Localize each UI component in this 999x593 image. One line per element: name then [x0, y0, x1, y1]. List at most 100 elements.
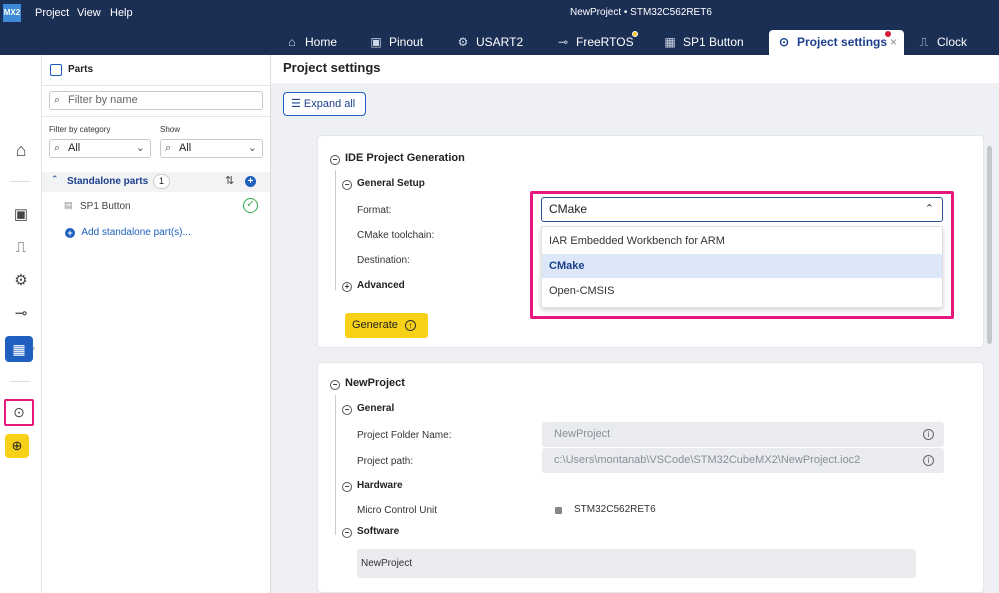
window-title: NewProject • STM32C562RET6: [570, 7, 712, 18]
menu-project[interactable]: Project: [35, 7, 69, 19]
chevron-down-icon: ⌄: [247, 142, 257, 154]
option-open-cmsis[interactable]: Open-CMSIS: [542, 279, 942, 303]
expand-icon: +: [342, 282, 352, 292]
close-icon[interactable]: ×: [890, 30, 897, 55]
tab-home[interactable]: ⌂ Home: [284, 30, 337, 55]
settings-icon: ⊙: [778, 35, 790, 49]
search-icon: ⌕: [54, 142, 61, 154]
folder-name-label: Project Folder Name:: [357, 430, 452, 441]
collapse-icon: −: [342, 180, 352, 190]
collapse-icon: −: [330, 155, 340, 165]
menu-help[interactable]: Help: [110, 7, 133, 19]
add-icon[interactable]: +: [245, 176, 256, 187]
middleware-icon[interactable]: ⊸: [8, 303, 34, 325]
chevron-up-icon: ⌃: [51, 174, 59, 184]
chip-icon: ▣: [370, 35, 382, 49]
divider: [10, 181, 30, 182]
home-icon[interactable]: ⌂: [8, 139, 34, 161]
mcu-value: STM32C562RET6: [574, 504, 656, 515]
tab-freertos[interactable]: ⊸ FreeRTOS: [555, 30, 634, 55]
chip-icon: [555, 507, 562, 514]
app-logo: MX2: [3, 4, 21, 22]
info-icon[interactable]: i: [923, 455, 934, 466]
add-icon: +: [65, 227, 75, 238]
filter-by-name-input[interactable]: ⌕ Filter by name: [49, 91, 263, 110]
tab-clock[interactable]: ⎍ Clock: [916, 30, 967, 55]
part-item[interactable]: ▤ SP1 Button ✓: [42, 196, 270, 216]
info-icon[interactable]: i: [923, 429, 934, 440]
clock-icon: ⎍: [919, 35, 929, 49]
expand-all-button[interactable]: ☰ Expand all: [283, 92, 366, 116]
toolchain-label: CMake toolchain:: [357, 230, 435, 241]
home-icon: ⌂: [288, 35, 296, 49]
standalone-group-header[interactable]: ⌃ Standalone parts 1 ⇅ +: [42, 172, 270, 192]
software-header[interactable]: − Software: [342, 526, 399, 538]
chip-icon[interactable]: ▣: [8, 204, 34, 226]
project-section-header[interactable]: − NewProject: [330, 377, 405, 390]
general-header[interactable]: − General: [342, 403, 394, 415]
collapse-icon: −: [342, 482, 352, 492]
scrollbar[interactable]: [987, 146, 992, 344]
collapse-icon: −: [330, 380, 340, 390]
generate-button[interactable]: Generate ↑: [345, 313, 428, 338]
tree-line: [335, 170, 336, 290]
advanced-header[interactable]: + Advanced: [342, 280, 405, 292]
divider: [42, 85, 270, 86]
menu-view[interactable]: View: [77, 7, 101, 19]
expand-icon: ☰: [291, 98, 301, 110]
check-icon: ✓: [243, 198, 258, 213]
show-select[interactable]: ⌕ All ⌄: [160, 139, 263, 158]
project-path-label: Project path:: [357, 456, 414, 467]
count-badge: 1: [153, 174, 170, 189]
filter-category-label: Filter by category: [49, 125, 111, 134]
hardware-header[interactable]: − Hardware: [342, 480, 403, 492]
tab-project-settings[interactable]: ⊙ Project settings ×: [769, 30, 904, 55]
collapse-icon: −: [342, 528, 352, 538]
search-icon: ⌕: [54, 94, 61, 106]
general-setup-header[interactable]: − General Setup: [342, 178, 425, 190]
main-content: Project settings ☰ Expand all − IDE Projec…: [271, 55, 999, 593]
peripheral-icon: ⚙: [457, 35, 469, 49]
divider: [42, 116, 270, 117]
show-label: Show: [160, 125, 181, 134]
peripheral-icon[interactable]: ⚙: [8, 270, 34, 292]
chevron-right-icon[interactable]: ›: [32, 343, 35, 354]
chevron-down-icon: ⌄: [135, 142, 145, 154]
format-dropdown: IAR Embedded Workbench for ARM CMake Ope…: [541, 226, 943, 308]
format-select[interactable]: CMake ⌃: [541, 197, 943, 222]
tab-pinout[interactable]: ▣ Pinout: [368, 30, 423, 55]
board-icon: ▦: [664, 35, 676, 49]
activity-rail: ⌂ ▣ ⎍ ⚙ ⊸ ▦ › ⊙ ⊕: [0, 55, 42, 593]
option-cmake[interactable]: CMake: [542, 254, 942, 278]
destination-label: Destination:: [357, 255, 410, 266]
tab-sp1-button[interactable]: ▦ SP1 Button: [662, 30, 743, 55]
modified-dot: [632, 31, 638, 37]
tree-line: [335, 395, 336, 535]
software-field[interactable]: NewProject: [357, 549, 916, 578]
parts-icon[interactable]: ▦: [5, 336, 33, 362]
add-standalone-link[interactable]: + Add standalone part(s)...: [65, 225, 191, 239]
chevron-up-icon: ⌃: [924, 203, 934, 215]
category-select[interactable]: ⌕ All ⌄: [49, 139, 151, 158]
option-iar[interactable]: IAR Embedded Workbench for ARM: [542, 229, 942, 253]
tab-usart2[interactable]: ⚙ USART2: [455, 30, 524, 55]
collapse-icon: −: [342, 405, 352, 415]
search-icon: ⌕: [165, 142, 172, 154]
parts-title: Parts: [68, 64, 94, 75]
mcu-label: Micro Control Unit: [357, 505, 438, 516]
format-label: Format:: [357, 205, 392, 216]
sort-icon[interactable]: ⇅: [225, 174, 234, 187]
parts-panel: Parts ⌕ Filter by name Filter by categor…: [42, 55, 271, 593]
unsaved-dot: [885, 31, 891, 37]
part-icon: ▤: [64, 200, 73, 210]
part-label: SP1 Button: [80, 201, 131, 212]
clock-icon[interactable]: ⎍: [8, 237, 34, 259]
tab-bar: ⌂ Home ▣ Pinout ⚙ USART2 ⊸ FreeRTOS ▦ SP1 But…: [0, 27, 999, 55]
folder-name-field: NewProject: [542, 422, 944, 447]
page-title: Project settings: [283, 60, 381, 75]
generate-icon[interactable]: ⊕: [5, 434, 29, 458]
parts-icon: [50, 64, 62, 76]
ide-section-header[interactable]: − IDE Project Generation: [330, 152, 465, 165]
divider: [10, 381, 30, 382]
project-settings-icon[interactable]: ⊙: [4, 399, 34, 426]
